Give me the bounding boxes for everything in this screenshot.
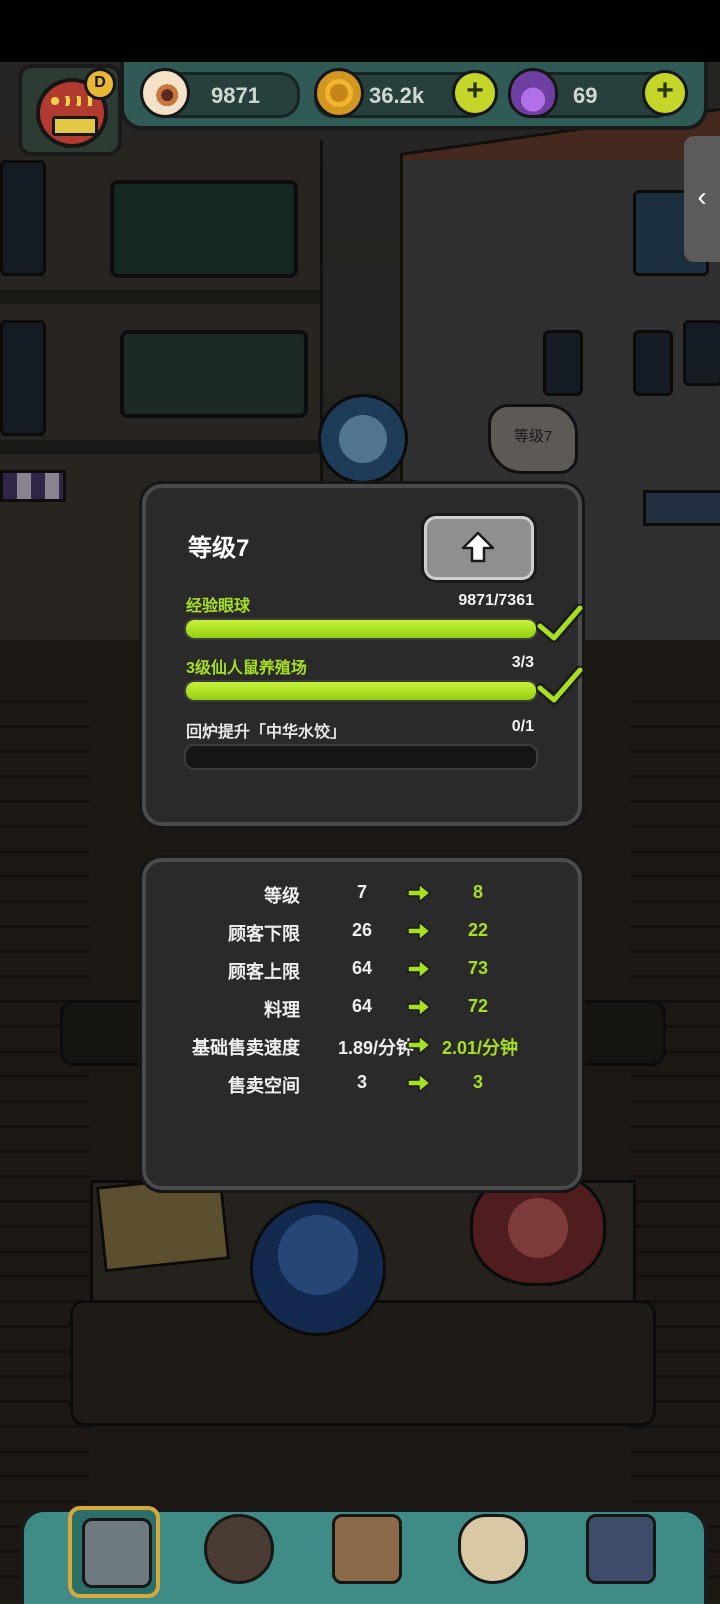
recipe-book-icon [332,1514,402,1584]
requirement-label: 经验眼球 [186,598,251,615]
status-bar [0,0,720,62]
stat-name: 售卖空间 [228,1076,300,1096]
stat-current-value: 3 [356,1072,367,1092]
stat-next-value: 8 [472,882,483,902]
add-coins-button[interactable]: + [452,70,498,116]
stat-row: 顾客上限 64 73 [146,954,578,984]
monster-grid-icon [586,1514,656,1584]
requirement-count: 9871/7361 [458,592,534,609]
arrow-right-icon [407,959,431,979]
arrow-up-icon [461,531,495,563]
money-bag-icon [458,1514,528,1584]
shop-building-icon [82,1518,152,1588]
add-potions-button[interactable]: + [642,70,688,116]
stat-name: 基础售卖速度 [192,1038,300,1058]
chevron-left-icon: ‹ [697,181,707,212]
coin-count: 36.2k [369,83,425,108]
checkmark-icon [536,604,584,643]
stat-current-value: 64 [351,996,373,1016]
potion-count: 69 [573,83,598,108]
requirement-label: 3级仙人鼠养殖场 [186,660,307,677]
stat-next-value: 72 [467,996,489,1016]
stat-next-value: 3 [472,1072,483,1092]
nav-monsters-button[interactable] [576,1506,660,1590]
arrow-right-icon [407,883,431,903]
eyeball-count: 9871 [211,83,260,108]
progress-fill [186,682,536,700]
level-title: 等级7 [188,535,250,562]
side-panel-toggle[interactable]: ‹ [684,136,720,262]
arrow-right-icon [407,1073,431,1093]
stat-row: 基础售卖速度 1.89/分钟 2.01/分钟 [146,1030,578,1060]
stat-name: 顾客上限 [228,962,300,982]
top-hud: D 9871 36.2k + 69 + [0,62,720,156]
stat-row: 顾客下限 26 22 [146,916,578,946]
coin-icon [314,68,364,118]
stat-next-value: 2.01/分钟 [442,1038,519,1058]
modal-dim-overlay [0,62,720,1600]
stat-current-value: 26 [351,920,373,940]
player-avatar[interactable]: D [18,64,122,156]
nav-kitchen-button[interactable] [194,1506,278,1590]
stat-current-value: 1.89/分钟 [338,1038,415,1058]
bottom-nav [20,1506,708,1604]
upgrade-button[interactable] [424,516,534,580]
checkmark-icon [536,666,584,705]
requirement-count: 3/3 [511,654,534,671]
progress-track [184,680,538,702]
cauldron-monster-icon [204,1514,274,1584]
eyeball-icon [140,68,190,118]
progress-track [184,744,538,770]
nav-shop-button[interactable] [68,1506,160,1598]
arrow-right-icon [407,1035,431,1055]
stat-row: 等级 7 8 [146,878,578,908]
progress-track [184,618,538,640]
nav-bag-button[interactable] [448,1506,532,1590]
upgrade-requirements-panel: 等级7 经验眼球 9871/7361 3级仙人鼠养殖场 3/3 回炉提升「中华水… [142,484,584,826]
arrow-right-icon [407,997,431,1017]
nav-recipes-button[interactable] [322,1506,406,1590]
stat-row: 料理 64 72 [146,992,578,1022]
stat-name: 料理 [264,1000,300,1020]
stat-row: 售卖空间 3 3 [146,1068,578,1098]
potion-icon [508,68,558,118]
rank-badge: D [84,68,116,100]
stat-name: 顾客下限 [228,924,300,944]
stat-current-value: 64 [351,958,373,978]
arrow-right-icon [407,921,431,941]
requirement-count: 0/1 [511,718,534,735]
stat-name: 等级 [264,886,300,906]
stat-next-value: 22 [467,920,489,940]
stat-next-value: 73 [467,958,489,978]
level-stats-panel: 等级 7 8 顾客下限 26 22 顾客上限 64 73 料理 64 72 基础售卖速度 1.89/分钟 2… [142,858,582,1190]
requirement-label: 回炉提升「中华水饺」 [186,724,347,741]
progress-fill [186,620,536,638]
stat-current-value: 7 [356,882,367,902]
